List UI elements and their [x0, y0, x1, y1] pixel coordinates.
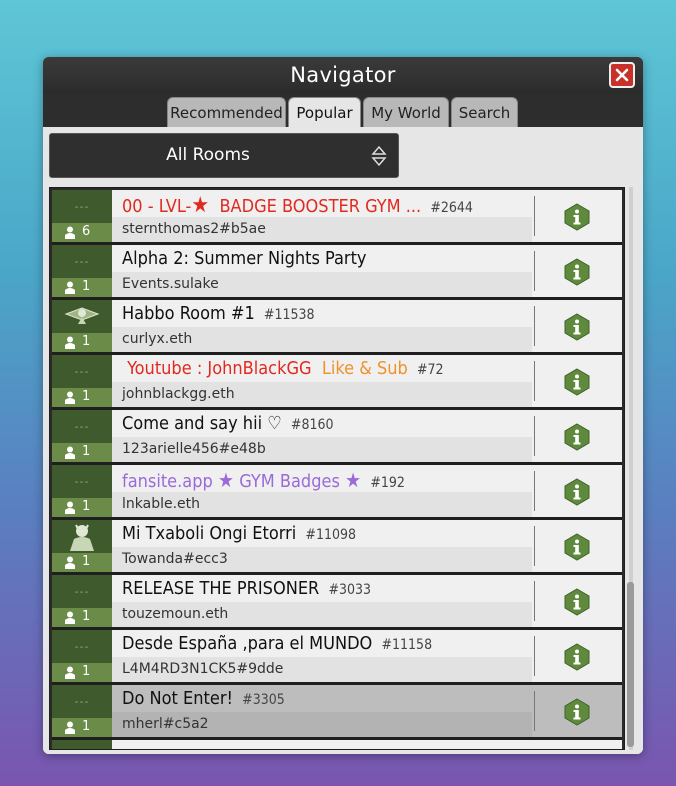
- room-preview-icon: [64, 307, 100, 324]
- close-button[interactable]: [609, 62, 635, 88]
- user-icon: [65, 281, 75, 294]
- room-thumbnail: --- 1: [52, 355, 112, 407]
- user-icon: [65, 391, 75, 404]
- info-icon[interactable]: [563, 643, 591, 671]
- list-item[interactable]: --- 1 Do Not Enter! #3305 mherl#c5a2: [52, 685, 622, 740]
- list-item[interactable]: --- 1 Youtube : JohnBlackGG Like & Sub #…: [52, 355, 622, 410]
- list-item[interactable]: --- 1 fansite.app ★ GYM Badges ★ #192 ln…: [52, 465, 622, 520]
- tab-search[interactable]: Search: [451, 97, 518, 127]
- info-icon[interactable]: [563, 313, 591, 341]
- room-owner: Events.sulake: [122, 276, 219, 292]
- info-icon[interactable]: [563, 588, 591, 616]
- room-owner: Towanda#ecc3: [122, 551, 228, 567]
- tab-popular[interactable]: Popular: [288, 97, 361, 128]
- room-name: Come and say hii ♡ #8160: [122, 413, 334, 434]
- user-icon: [65, 226, 75, 239]
- user-icon: [65, 446, 75, 459]
- user-count: 1: [52, 718, 112, 737]
- info-icon[interactable]: [563, 423, 591, 451]
- list-item[interactable]: [52, 740, 622, 749]
- user-icon: [65, 611, 75, 624]
- room-owner: curlyx.eth: [122, 331, 193, 347]
- user-count: 6: [52, 223, 112, 242]
- star-icon: ★: [191, 193, 210, 218]
- room-thumbnail: 1: [52, 520, 112, 572]
- info-icon[interactable]: [563, 698, 591, 726]
- room-thumbnail: --- 1: [52, 685, 112, 737]
- room-name: Desde España ,para el MUNDO #11158: [122, 633, 433, 654]
- scrollbar-thumb[interactable]: [627, 582, 634, 747]
- heart-icon: ♡: [267, 413, 282, 434]
- room-owner: sternthomas2#b5ae: [122, 221, 266, 237]
- room-preview-icon: [70, 524, 94, 551]
- user-count: 1: [52, 498, 112, 517]
- room-name: RELEASE THE PRISONER #3033: [122, 578, 372, 599]
- room-owner: touzemoun.eth: [122, 606, 229, 622]
- list-item[interactable]: 1 Mi Txaboli Ongi Etorri #11098 Towanda#…: [52, 520, 622, 575]
- room-name: Habbo Room #1 #11538: [122, 303, 315, 324]
- room-owner: johnblackgg.eth: [122, 386, 235, 402]
- room-thumbnail: --- 1: [52, 465, 112, 517]
- star-icon: ★: [345, 468, 362, 492]
- user-icon: [65, 666, 75, 679]
- navigator-window: Navigator Recommended Popular My World S…: [43, 57, 643, 754]
- room-thumbnail: [52, 740, 112, 749]
- user-count: 1: [52, 333, 112, 352]
- navigator-body: All Rooms --- 6 00 - LVL-★ BADGE BOOSTER…: [43, 127, 643, 754]
- user-count: 1: [52, 443, 112, 462]
- info-icon[interactable]: [563, 533, 591, 561]
- star-icon: ★: [217, 468, 235, 492]
- info-icon[interactable]: [563, 478, 591, 506]
- room-list-scrollbar[interactable]: [626, 187, 636, 750]
- room-owner: 123arielle456#e48b: [122, 441, 266, 457]
- room-name: Alpha 2: Summer Nights Party: [122, 248, 367, 269]
- tab-my-world[interactable]: My World: [363, 97, 449, 127]
- user-count: 1: [52, 663, 112, 682]
- room-owner: mherl#c5a2: [122, 716, 209, 732]
- room-name: Youtube : JohnBlackGG Like & Sub #72: [127, 358, 444, 379]
- user-count: 1: [52, 553, 112, 572]
- user-icon: [65, 556, 75, 569]
- room-thumbnail: 1: [52, 300, 112, 352]
- tab-recommended[interactable]: Recommended: [167, 97, 286, 127]
- room-list[interactable]: --- 6 00 - LVL-★ BADGE BOOSTER GYM ... #…: [49, 187, 625, 750]
- user-icon: [65, 721, 75, 734]
- room-thumbnail: --- 1: [52, 630, 112, 682]
- list-item[interactable]: --- 1 Desde España ,para el MUNDO #11158…: [52, 630, 622, 685]
- room-owner: L4M4RD3N1CK5#9dde: [122, 661, 284, 677]
- info-icon[interactable]: [563, 258, 591, 286]
- user-count: 1: [52, 388, 112, 407]
- user-count: 1: [52, 608, 112, 627]
- list-item[interactable]: 1 Habbo Room #1 #11538 curlyx.eth: [52, 300, 622, 355]
- room-filter-select[interactable]: All Rooms: [49, 133, 399, 178]
- user-count: 1: [52, 278, 112, 297]
- sort-arrows-icon: [371, 145, 387, 167]
- room-filter-value: All Rooms: [166, 145, 250, 165]
- room-thumbnail: --- 1: [52, 410, 112, 462]
- room-thumbnail: --- 6: [52, 190, 112, 242]
- list-item[interactable]: --- 1 Alpha 2: Summer Nights Party Event…: [52, 245, 622, 300]
- room-name: fansite.app ★ GYM Badges ★ #192: [122, 468, 405, 492]
- room-name: Do Not Enter! #3305: [122, 688, 285, 709]
- info-icon[interactable]: [563, 368, 591, 396]
- room-thumbnail: --- 1: [52, 245, 112, 297]
- room-owner: lnkable.eth: [122, 496, 201, 512]
- list-item[interactable]: --- 1 RELEASE THE PRISONER #3033 touzemo…: [52, 575, 622, 630]
- room-name: 00 - LVL-★ BADGE BOOSTER GYM ... #2644: [122, 193, 473, 218]
- list-item[interactable]: --- 1 Come and say hii ♡ #8160 123ariell…: [52, 410, 622, 465]
- close-icon: [615, 68, 629, 82]
- info-icon[interactable]: [563, 203, 591, 231]
- list-item[interactable]: --- 6 00 - LVL-★ BADGE BOOSTER GYM ... #…: [52, 190, 622, 245]
- room-thumbnail: --- 1: [52, 575, 112, 627]
- room-name: Mi Txaboli Ongi Etorri #11098: [122, 523, 357, 544]
- user-icon: [65, 336, 75, 349]
- window-title: Navigator: [290, 63, 396, 87]
- title-bar[interactable]: Navigator Recommended Popular My World S…: [43, 57, 643, 128]
- user-icon: [65, 501, 75, 514]
